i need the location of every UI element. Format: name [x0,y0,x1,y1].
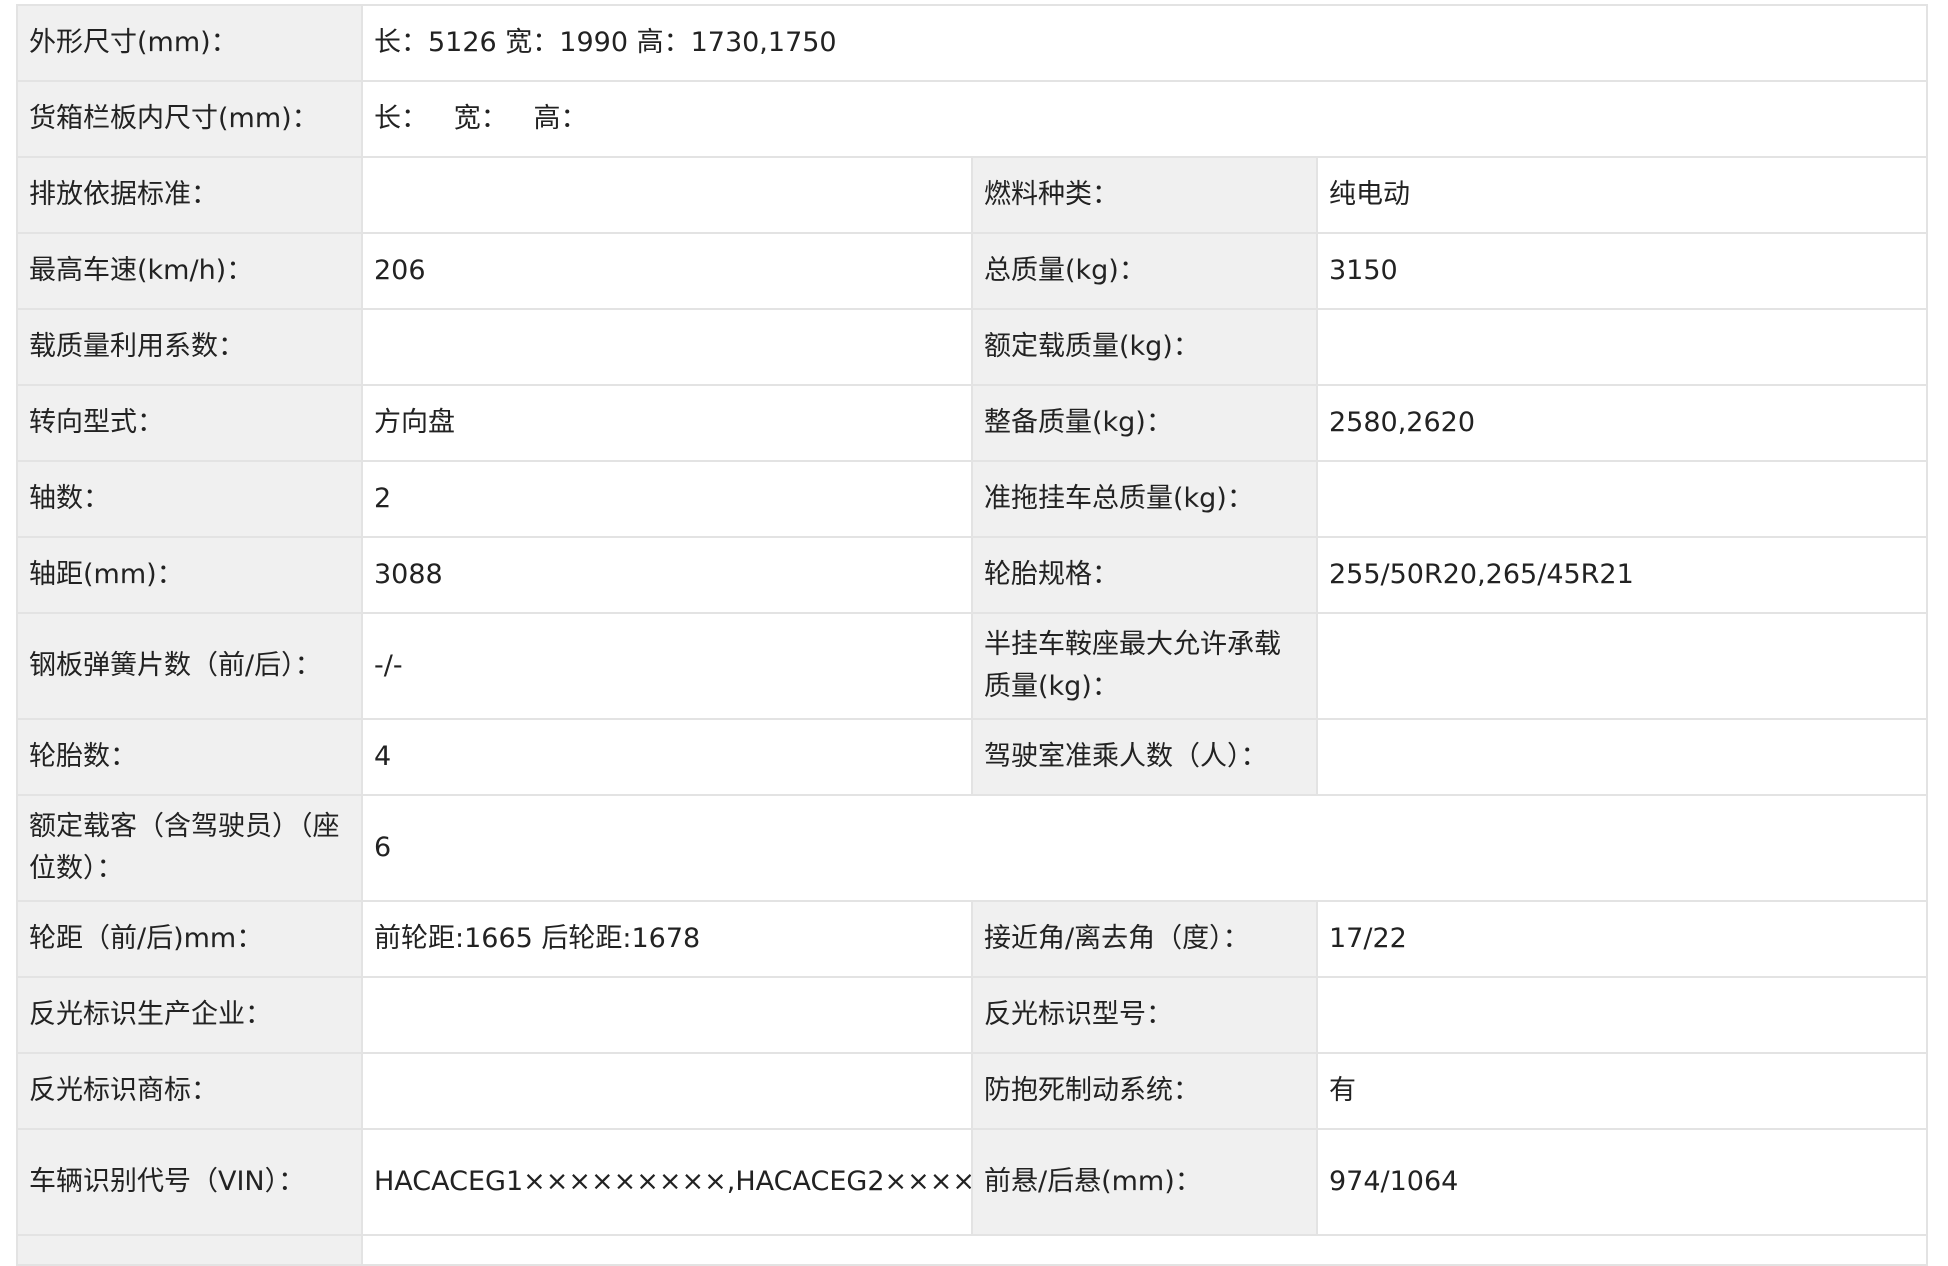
label-fuel-type: 燃料种类： [971,156,1318,234]
label-trailer-mass: 准拖挂车总质量(kg)： [971,460,1318,538]
row-load-coefficient: 载质量利用系数： 额定载质量(kg)： [16,308,1929,386]
row-emission-fuel: 排放依据标准： 燃料种类： 纯电动 [16,156,1929,234]
value-approach-departure: 17/22 [1315,900,1929,978]
label-reflective-manufacturer: 反光标识生产企业： [16,976,363,1054]
partial-row-label-cell [16,1234,363,1266]
row-reflective-maker: 反光标识生产企业： 反光标识型号： [16,976,1929,1054]
value-abs: 有 [1315,1052,1929,1130]
label-load-utilization: 载质量利用系数： [16,308,363,386]
label-vin: 车辆识别代号（VIN）： [16,1128,363,1236]
label-cargo-box-dimensions: 货箱栏板内尺寸(mm)： [16,80,363,158]
row-axles-trailer: 轴数： 2 准拖挂车总质量(kg)： [16,460,1929,538]
value-reflective-brand [361,1052,973,1130]
value-cab-passengers [1315,718,1929,796]
value-reflective-manufacturer [361,976,973,1054]
value-dimensions: 长：5126 宽：1990 高：1730,1750 [360,4,1929,82]
value-max-speed: 206 [361,232,973,310]
value-reflective-model [1315,976,1929,1054]
row-partial [16,1234,1929,1266]
value-tire-count: 4 [361,718,973,796]
value-track-width: 前轮距:1665 后轮距:1678 [361,900,973,978]
label-total-mass: 总质量(kg)： [971,232,1318,310]
row-speed-mass: 最高车速(km/h)： 206 总质量(kg)： 3150 [16,232,1929,310]
value-rated-passengers: 6 [360,794,1929,902]
row-vin-overhang: 车辆识别代号（VIN）： HACACEG1×××××××××,HACACEG2×… [16,1128,1929,1236]
label-cab-passengers: 驾驶室准乘人数（人）： [971,718,1318,796]
row-dimensions: 外形尺寸(mm)： 长：5126 宽：1990 高：1730,1750 [16,4,1929,82]
label-max-speed: 最高车速(km/h)： [16,232,363,310]
value-axle-count: 2 [361,460,973,538]
row-track-angles: 轮距（前/后)mm： 前轮距:1665 后轮距:1678 接近角/离去角（度）：… [16,900,1929,978]
row-tires-cab: 轮胎数： 4 驾驶室准乘人数（人）： [16,718,1929,796]
value-rated-load [1315,308,1929,386]
label-leaf-springs: 钢板弹簧片数（前/后）： [16,612,363,720]
value-total-mass: 3150 [1315,232,1929,310]
row-seating: 额定载客（含驾驶员）（座位数）： 6 [16,794,1929,902]
label-tire-count: 轮胎数： [16,718,363,796]
value-leaf-springs: -/- [361,612,973,720]
row-reflective-abs: 反光标识商标： 防抱死制动系统： 有 [16,1052,1929,1130]
label-reflective-model: 反光标识型号： [971,976,1318,1054]
row-steering-curb: 转向型式： 方向盘 整备质量(kg)： 2580,2620 [16,384,1929,462]
label-wheelbase: 轴距(mm)： [16,536,363,614]
label-reflective-brand: 反光标识商标： [16,1052,363,1130]
value-overhang: 974/1064 [1315,1128,1929,1236]
label-rated-passengers: 额定载客（含驾驶员）（座位数）： [16,794,363,902]
value-tire-spec: 255/50R20,265/45R21 [1315,536,1929,614]
label-axle-count: 轴数： [16,460,363,538]
value-fuel-type: 纯电动 [1315,156,1929,234]
value-curb-mass: 2580,2620 [1315,384,1929,462]
vehicle-spec-table: 外形尺寸(mm)： 长：5126 宽：1990 高：1730,1750 货箱栏板… [16,4,1929,1266]
row-cargo-box-dimensions: 货箱栏板内尺寸(mm)： 长： 宽： 高： [16,80,1929,158]
label-curb-mass: 整备质量(kg)： [971,384,1318,462]
value-cargo-box-dimensions: 长： 宽： 高： [360,80,1929,158]
row-springs-saddle: 钢板弹簧片数（前/后）： -/- 半挂车鞍座最大允许承载质量(kg)： [16,612,1929,720]
label-emission-standard: 排放依据标准： [16,156,363,234]
value-vin: HACACEG1×××××××××,HACACEG2×××××××××,HACA… [361,1128,973,1236]
value-wheelbase: 3088 [361,536,973,614]
label-tire-spec: 轮胎规格： [971,536,1318,614]
value-trailer-mass [1315,460,1929,538]
partial-row-value-cell [360,1234,1929,1266]
label-approach-departure: 接近角/离去角（度）： [971,900,1318,978]
label-steering-type: 转向型式： [16,384,363,462]
value-load-utilization [361,308,973,386]
value-emission-standard [361,156,973,234]
label-saddle-load: 半挂车鞍座最大允许承载质量(kg)： [971,612,1318,720]
label-track-width: 轮距（前/后)mm： [16,900,363,978]
label-abs: 防抱死制动系统： [971,1052,1318,1130]
label-overhang: 前悬/后悬(mm)： [971,1128,1318,1236]
value-steering-type: 方向盘 [361,384,973,462]
label-rated-load: 额定载质量(kg)： [971,308,1318,386]
label-dimensions: 外形尺寸(mm)： [16,4,363,82]
row-wheelbase-tire: 轴距(mm)： 3088 轮胎规格： 255/50R20,265/45R21 [16,536,1929,614]
value-saddle-load [1315,612,1929,720]
